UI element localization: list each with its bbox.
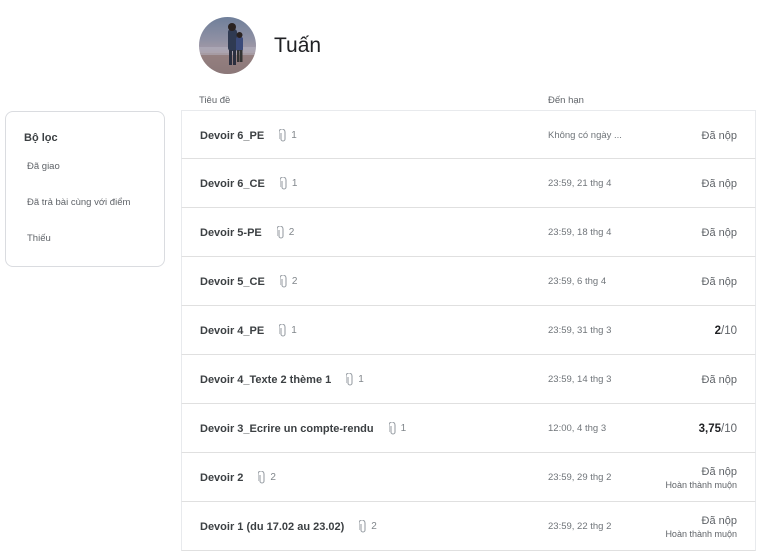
assignment-row[interactable]: Devoir 5-PE 2 23:59, 18 thg 4 Đã nộp xyxy=(181,208,756,257)
assignment-row[interactable]: Devoir 6_PE 1 Không có ngày ... Đã nộp xyxy=(181,110,756,159)
paperclip-icon xyxy=(279,177,287,190)
attachment-count: 1 xyxy=(291,130,297,141)
status-label: Đã nộp xyxy=(701,275,737,288)
status-label: Đã nộp xyxy=(701,226,737,239)
grade-score: 3,75 xyxy=(698,422,721,435)
paperclip-icon xyxy=(346,373,353,386)
late-label: Hoàn thành muộn xyxy=(665,479,737,490)
assignment-row[interactable]: Devoir 4_Texte 2 thème 1 1 23:59, 14 thg… xyxy=(181,355,756,404)
paperclip-icon xyxy=(276,226,284,239)
paperclip-icon xyxy=(279,129,286,142)
status-label: Đã nộp xyxy=(701,373,737,386)
due-date: 23:59, 21 thg 4 xyxy=(548,178,612,189)
grade-max: /10 xyxy=(721,324,737,337)
attachment-count: 2 xyxy=(288,227,295,238)
assignment-title: Devoir 5-PE xyxy=(200,226,262,239)
filter-missing[interactable]: Thiếu xyxy=(27,233,51,244)
assignment-row[interactable]: Devoir 2 2 23:59, 29 thg 2 Đã nộp Hoàn th… xyxy=(181,453,756,502)
status-label: Đã nộp xyxy=(701,129,737,142)
filter-title: Bộ lọc xyxy=(24,132,58,144)
status-label: Đã nộp xyxy=(701,514,737,527)
assignment-title: Devoir 2 xyxy=(200,471,244,484)
assignment-title: Devoir 1 (du 17.02 au 23.02) xyxy=(200,520,345,533)
due-date: 23:59, 14 thg 3 xyxy=(548,374,612,385)
paperclip-icon xyxy=(258,471,265,484)
assignment-title: Devoir 3_Ecrire un compte-rendu xyxy=(200,422,374,435)
assignment-title: Devoir 6_PE xyxy=(200,129,265,142)
due-date: Không có ngày ... xyxy=(548,130,622,141)
attachment-count: 2 xyxy=(270,472,276,483)
filter-assigned[interactable]: Đã giao xyxy=(27,161,60,172)
assignment-title: Devoir 6_CE xyxy=(200,177,265,190)
student-header: Tuấn xyxy=(199,17,321,74)
grade: 3,75/10 xyxy=(699,423,737,435)
column-header-due: Đến hạn xyxy=(548,95,584,106)
attachment-count: 1 xyxy=(291,325,297,336)
assignment-title: Devoir 4_PE xyxy=(200,324,265,337)
due-date: 23:59, 22 thg 2 xyxy=(548,521,612,532)
attachment-count: 1 xyxy=(400,423,407,434)
due-date: 23:59, 29 thg 2 xyxy=(548,472,612,483)
attachment-count: 1 xyxy=(358,374,364,385)
column-header-title: Tiêu đề xyxy=(199,95,231,106)
due-date: 12:00, 4 thg 3 xyxy=(548,423,607,434)
student-name: Tuấn xyxy=(274,33,322,57)
late-label: Hoàn thành muộn xyxy=(665,528,737,539)
assignment-row[interactable]: Devoir 5_CE 2 23:59, 6 thg 4 Đã nộp xyxy=(181,257,756,306)
attachment-count: 1 xyxy=(291,178,298,189)
due-date: 23:59, 18 thg 4 xyxy=(548,227,612,238)
assignment-list: Devoir 6_PE 1 Không có ngày ... Đã nộp D… xyxy=(181,110,756,551)
due-date: 23:59, 31 thg 3 xyxy=(548,325,612,336)
avatar xyxy=(199,17,256,74)
assignment-row[interactable]: Devoir 6_CE 1 23:59, 21 thg 4 Đã nộp xyxy=(181,159,756,208)
paperclip-icon xyxy=(388,422,396,435)
status-label: Đã nộp xyxy=(701,465,737,478)
grade-max: /10 xyxy=(721,422,737,435)
filter-returned-graded[interactable]: Đã trả bài cùng với điểm xyxy=(27,197,130,208)
filter-panel: Bộ lọc Đã giao Đã trả bài cùng với điểm … xyxy=(5,111,165,267)
paperclip-icon xyxy=(279,275,287,288)
assignment-row[interactable]: Devoir 4_PE 1 23:59, 31 thg 3 2/10 xyxy=(181,306,756,355)
paperclip-icon xyxy=(359,520,366,533)
paperclip-icon xyxy=(279,324,286,337)
assignment-row[interactable]: Devoir 1 (du 17.02 au 23.02) 2 23:59, 22… xyxy=(181,502,756,551)
attachment-count: 2 xyxy=(291,276,298,287)
attachment-count: 2 xyxy=(371,521,377,532)
assignment-title: Devoir 5_CE xyxy=(200,275,265,288)
status-label: Đã nộp xyxy=(701,177,737,190)
due-date: 23:59, 6 thg 4 xyxy=(548,276,607,287)
grade: 2/10 xyxy=(715,325,737,337)
assignment-row[interactable]: Devoir 3_Ecrire un compte-rendu 1 12:00,… xyxy=(181,404,756,453)
assignment-title: Devoir 4_Texte 2 thème 1 xyxy=(200,373,332,386)
